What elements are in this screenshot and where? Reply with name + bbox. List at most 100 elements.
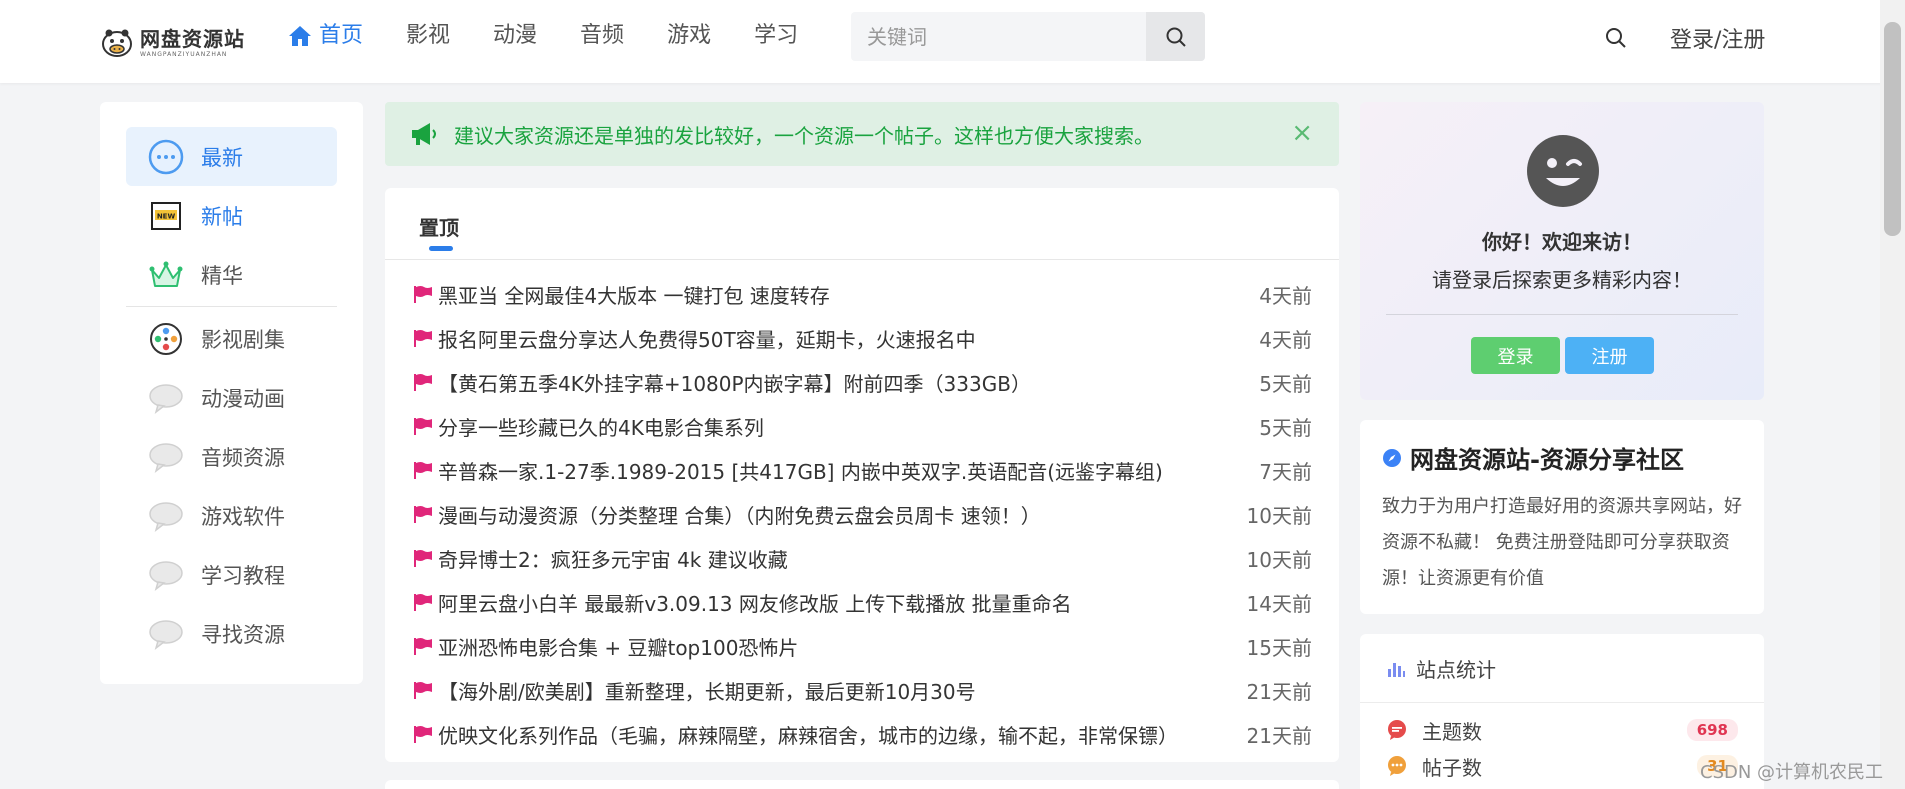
main-nav: 首页 影视 动漫 音频 游戏 学习 [287,18,841,54]
stats-title: 站点统计 [1416,658,1496,682]
login-button[interactable]: 登录 [1471,337,1560,374]
post-row[interactable]: 漫画与动漫资源（分类整理 合集）（内附免费云盘会员周卡 速领！） 10天前 [412,492,1312,536]
search-input[interactable] [851,12,1146,61]
speech-bubble-icon [149,501,183,532]
post-row[interactable]: 优映文化系列作品（毛骗，麻辣隔壁，麻辣宿舍，城市的边缘，输不起，非常保镖） 21… [412,712,1312,756]
post-title[interactable]: 辛普森一家.1-27季.1989-2015 [共417GB] 内嵌中英双字.英语… [438,456,1232,485]
post-title[interactable]: 【黄石第五季4K外挂字幕+1080P内嵌字幕】附前四季（333GB） [438,368,1232,397]
hippo-logo-icon [102,29,132,57]
post-time: 5天前 [1259,371,1312,396]
post-list: 黑亚当 全网最佳4大版本 一键打包 速度转存 4天前 报名阿里云盘分享达人免费得… [412,272,1312,756]
page-scrollbar[interactable] [1880,0,1905,789]
logo-title: 网盘资源站 [140,26,245,51]
compass-icon [1383,448,1401,467]
sidebar-item-label: 游戏软件 [201,504,285,529]
register-button[interactable]: 注册 [1565,337,1654,374]
sidebar-item-latest[interactable]: 最新 [126,127,337,186]
top-header: 网盘资源站 WANGPANZIYUANZHAN 首页 影视 动漫 音频 游戏 学… [0,0,1905,83]
flag-icon [414,506,432,523]
chat-bubble-icon [148,139,184,174]
new-badge-icon: NEW [151,201,181,230]
close-icon[interactable]: × [1291,118,1313,148]
login-register-link[interactable]: 登录/注册 [1670,22,1765,54]
site-logo[interactable]: 网盘资源站 WANGPANZIYUANZHAN [100,20,245,64]
search-button[interactable] [1146,12,1205,61]
flag-icon [414,418,432,435]
tab-pinned[interactable]: 置顶 [419,212,459,241]
next-panel-edge [385,780,1339,789]
scrollbar-thumb[interactable] [1884,22,1901,236]
sidebar-item-audio[interactable]: 音频资源 [126,427,337,486]
nav-audio[interactable]: 音频 [580,18,624,54]
header-search-icon[interactable] [1604,26,1628,50]
sidebar-item-label: 最新 [201,145,243,170]
sidebar-item-label: 寻找资源 [201,622,285,647]
sidebar-divider [126,306,337,307]
post-row[interactable]: 亚洲恐怖电影合集 + 豆瓣top100恐怖片 15天前 [412,624,1312,668]
post-title[interactable]: 奇异博士2：疯狂多元宇宙 4k 建议收藏 [438,544,1232,573]
topic-bubble-icon [1388,720,1406,740]
sidebar-item-label: 学习教程 [201,563,285,588]
sidebar-item-study[interactable]: 学习教程 [126,545,337,604]
post-title[interactable]: 阿里云盘小白羊 最最新v3.09.13 网友修改版 上传下载播放 批量重命名 [438,588,1232,617]
post-title[interactable]: 黑亚当 全网最佳4大版本 一键打包 速度转存 [438,280,1232,309]
post-time: 21天前 [1246,679,1312,704]
logo-subtitle: WANGPANZIYUANZHAN [140,50,228,58]
nav-video[interactable]: 影视 [406,18,450,54]
post-row[interactable]: 分享一些珍藏已久的4K电影合集系列 5天前 [412,404,1312,448]
tab-divider [385,259,1339,260]
post-row[interactable]: 阿里云盘小白羊 最最新v3.09.13 网友修改版 上传下载播放 批量重命名 1… [412,580,1312,624]
post-time: 7天前 [1259,459,1312,484]
watermark: CSDN @计算机农民工 [1700,762,1884,783]
sidebar-item-games[interactable]: 游戏软件 [126,486,337,545]
post-row[interactable]: 【海外剧/欧美剧】重新整理，长期更新，最后更新10月30号 21天前 [412,668,1312,712]
about-description: 致力于为用户打造最好用的资源共享网站，好资源不私藏！ 免费注册登陆即可分享获取资… [1382,496,1742,589]
search-box [851,12,1205,61]
sidebar-item-film[interactable]: 影视剧集 [126,309,337,368]
flag-icon [414,594,432,611]
nav-home[interactable]: 首页 [287,18,363,54]
post-time: 10天前 [1246,547,1312,572]
nav-anime-label: 动漫 [493,23,538,48]
sidebar-item-new-posts[interactable]: NEW 新帖 [126,186,337,245]
bar-chart-icon [1388,662,1405,677]
speech-bubble-icon [149,442,183,473]
about-title: 网盘资源站-资源分享社区 [1410,446,1684,474]
nav-anime[interactable]: 动漫 [493,18,537,54]
post-row[interactable]: 奇异博士2：疯狂多元宇宙 4k 建议收藏 10天前 [412,536,1312,580]
post-title[interactable]: 优映文化系列作品（毛骗，麻辣隔壁，麻辣宿舍，城市的边缘，输不起，非常保镖） [438,720,1232,749]
post-time: 21天前 [1246,723,1312,748]
nav-games[interactable]: 游戏 [667,18,711,54]
post-time: 14天前 [1246,591,1312,616]
search-icon [1166,27,1186,47]
post-row[interactable]: 【黄石第五季4K外挂字幕+1080P内嵌字幕】附前四季（333GB） 5天前 [412,360,1312,404]
welcome-divider [1386,314,1738,315]
post-row[interactable]: 报名阿里云盘分享达人免费得50T容量，延期卡，火速报名中 4天前 [412,316,1312,360]
sidebar-item-featured[interactable]: 精华 [126,245,337,304]
flag-icon [414,726,432,743]
pinned-posts-panel: 置顶 黑亚当 全网最佳4大版本 一键打包 速度转存 4天前 报名阿里云盘分享达人… [385,188,1339,762]
about-card: 网盘资源站-资源分享社区 致力于为用户打造最好用的资源共享网站，好资源不私藏！ … [1360,420,1764,614]
nav-audio-label: 音频 [580,23,625,48]
post-title[interactable]: 亚洲恐怖电影合集 + 豆瓣top100恐怖片 [438,632,1232,661]
speech-bubble-icon [149,383,183,414]
nav-video-label: 影视 [406,23,451,48]
post-title[interactable]: 漫画与动漫资源（分类整理 合集）（内附免费云盘会员周卡 速领！） [438,500,1232,529]
wink-face-icon [1527,135,1599,207]
speech-bubble-icon [149,560,183,591]
post-title[interactable]: 【海外剧/欧美剧】重新整理，长期更新，最后更新10月30号 [438,676,1232,705]
nav-study[interactable]: 学习 [754,18,798,54]
sidebar-item-label: 动漫动画 [201,386,285,411]
nav-study-label: 学习 [754,23,799,48]
sidebar-item-anime[interactable]: 动漫动画 [126,368,337,427]
post-title[interactable]: 报名阿里云盘分享达人免费得50T容量，延期卡，火速报名中 [438,324,1232,353]
welcome-subtitle: 请登录后探索更多精彩内容！ [1432,268,1692,292]
welcome-title: 你好！欢迎来访！ [1482,230,1642,254]
notice-text: 建议大家资源还是单独的发比较好，一个资源一个帖子。这样也方便大家搜索。 [454,123,1154,148]
flag-icon [414,682,432,699]
stat-row-posts: 帖子数 31 [1386,750,1738,782]
sidebar-item-find[interactable]: 寻找资源 [126,604,337,663]
post-row[interactable]: 黑亚当 全网最佳4大版本 一键打包 速度转存 4天前 [412,272,1312,316]
post-title[interactable]: 分享一些珍藏已久的4K电影合集系列 [438,412,1232,441]
post-row[interactable]: 辛普森一家.1-27季.1989-2015 [共417GB] 内嵌中英双字.英语… [412,448,1312,492]
